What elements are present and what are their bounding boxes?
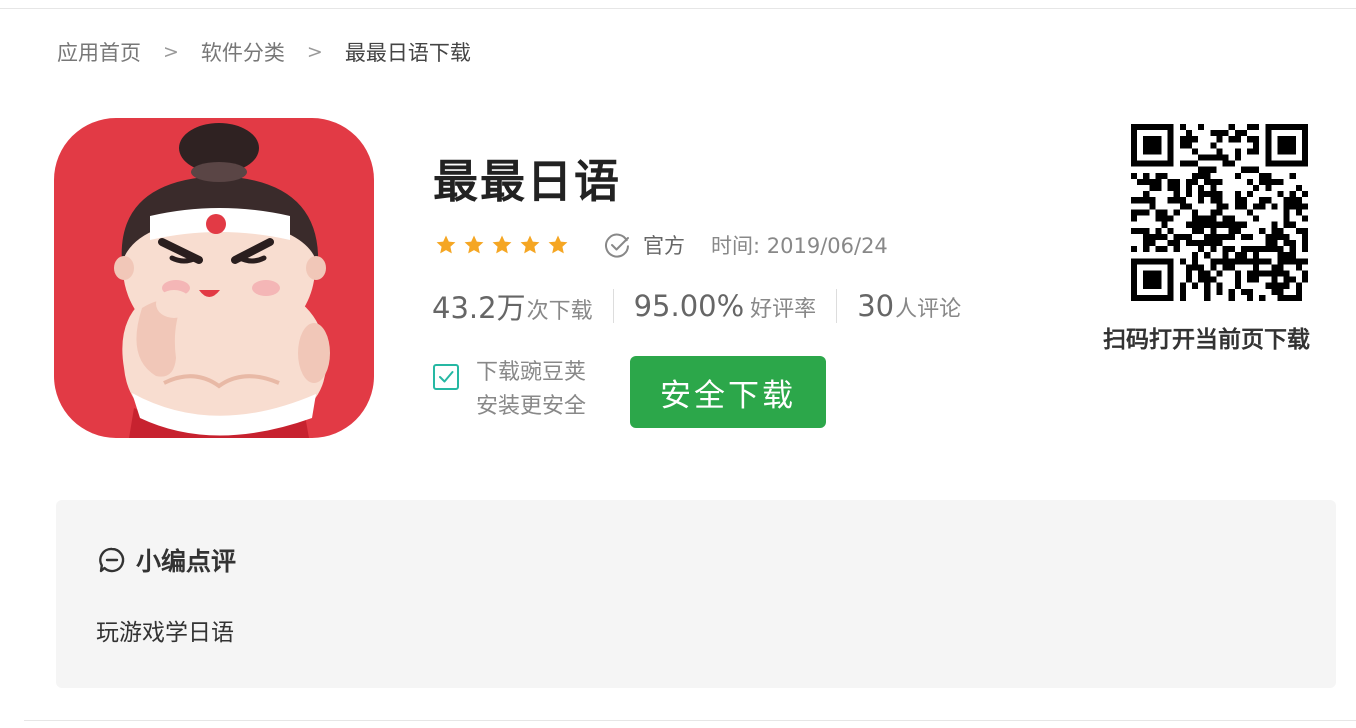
comment-bubble-icon (99, 547, 125, 573)
app-title: 最最日语 (433, 155, 622, 208)
star-icon (548, 235, 568, 254)
safe-download-button[interactable]: 安全下载 (630, 356, 826, 428)
star-icon (436, 235, 456, 254)
install-wandoujia-line2: 安装更安全 (476, 394, 587, 419)
download-count-value: 43.2万 (432, 291, 526, 325)
app-icon (54, 118, 374, 438)
install-wandoujia-label: 下载豌豆荚 安装更安全 (476, 356, 586, 424)
download-count: 43.2万 次下载 (432, 285, 593, 327)
install-wandoujia-option: 下载豌豆荚 安装更安全 (433, 360, 586, 424)
install-wandoujia-line1: 下载豌豆荚 (476, 360, 587, 385)
rating-stars (434, 233, 570, 257)
positive-rating: 95.00% 好评率 (634, 289, 817, 323)
checkmark-icon (439, 371, 454, 383)
comment-count-unit: 人评论 (895, 297, 962, 322)
stat-divider (836, 289, 838, 323)
comment-count-value: 30 (857, 289, 895, 323)
update-time: 时间: 2019/06/24 (711, 234, 888, 258)
qr-caption: 扫码打开当前页下载 (1103, 327, 1310, 353)
meta-row: 官方 时间: 2019/06/24 (434, 229, 888, 261)
editor-review-text: 玩游戏学日语 (96, 620, 234, 646)
editor-review-panel: 小编点评 玩游戏学日语 (56, 500, 1336, 688)
bottom-divider (24, 720, 1356, 721)
stat-divider (612, 289, 614, 323)
official-badge: 官方 (604, 230, 685, 260)
breadcrumb-category[interactable]: 软件分类 (201, 37, 285, 67)
top-divider (0, 8, 1356, 9)
official-label: 官方 (643, 234, 685, 258)
qr-code (1131, 124, 1308, 301)
star-icon (492, 235, 512, 254)
positive-rating-unit: 好评率 (750, 297, 817, 322)
star-icon (520, 235, 540, 254)
editor-review-header: 小编点评 (98, 542, 236, 578)
verified-check-icon (605, 233, 630, 258)
download-count-unit: 次下载 (526, 299, 593, 324)
star-icon (464, 235, 484, 254)
comment-count[interactable]: 30 人评论 (857, 289, 961, 323)
breadcrumb-separator: > (163, 41, 179, 63)
positive-rating-value: 95.00% (633, 289, 745, 323)
breadcrumb: 应用首页 > 软件分类 > 最最日语下载 (57, 37, 471, 67)
breadcrumb-home[interactable]: 应用首页 (57, 37, 141, 67)
breadcrumb-current: 最最日语下载 (344, 41, 471, 65)
stats-row: 43.2万 次下载 95.00% 好评率 30 人评论 (432, 287, 961, 325)
breadcrumb-separator: > (306, 41, 323, 63)
editor-review-title: 小编点评 (136, 547, 237, 576)
install-wandoujia-checkbox[interactable] (433, 364, 459, 390)
